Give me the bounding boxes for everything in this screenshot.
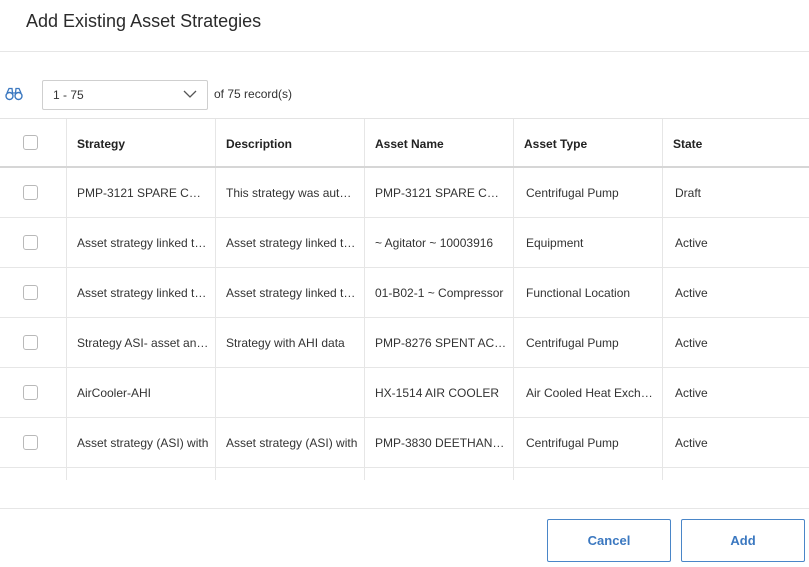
cell-state: Active: [675, 236, 708, 250]
table-row[interactable]: Asset strategy linked to equipmentAsset …: [0, 218, 809, 268]
column-header-asset-type[interactable]: Asset Type: [514, 119, 663, 166]
header-select-cell: [0, 119, 67, 166]
cell-asset-type: Functional Location: [514, 268, 663, 317]
add-button[interactable]: Add: [681, 519, 805, 562]
cell-strategy: Asset strategy linked to equipment: [67, 218, 216, 267]
binoculars-icon[interactable]: [5, 87, 23, 101]
row-checkbox[interactable]: [23, 285, 38, 300]
chevron-down-icon: [183, 90, 197, 98]
column-header-description[interactable]: Description: [216, 119, 365, 166]
table-row[interactable]: PMP-3121 SPARE COOLER This strategy was a…: [0, 168, 809, 218]
cell-state: Active: [675, 286, 708, 300]
row-checkbox[interactable]: [23, 435, 38, 450]
cancel-button[interactable]: Cancel: [547, 519, 671, 562]
cell-state: Active: [675, 336, 708, 350]
cell-strategy: Strategy ASI- asset and AHI: [67, 318, 216, 367]
cell-strategy: Asset strategy linked to functional loca…: [67, 268, 216, 317]
cell-strategy: AirCooler-AHI: [67, 368, 216, 417]
row-checkbox[interactable]: [23, 385, 38, 400]
page-range-value: 1 - 75: [53, 88, 84, 102]
table-row[interactable]: Asset strategy (ASI) with Asset strategy …: [0, 418, 809, 468]
table-row[interactable]: AirCooler-AHI HX-1514 AIR COOLER Air Coole…: [0, 368, 809, 418]
dialog-header: Add Existing Asset Strategies: [0, 0, 809, 52]
row-select-cell: [0, 368, 67, 417]
cell-strategy: Asset strategy (ASI) with: [67, 418, 216, 467]
cell-description: Strategy with AHI data: [216, 318, 365, 367]
cell-description: [216, 368, 365, 417]
row-select-cell: [0, 468, 67, 480]
row-checkbox[interactable]: [23, 235, 38, 250]
cell-description: Asset strategy (ASI) with: [216, 418, 365, 467]
strategies-grid: Strategy Description Asset Name Asset Ty…: [0, 118, 809, 480]
cell-asset-name: [365, 468, 514, 480]
dialog-title: Add Existing Asset Strategies: [26, 11, 262, 31]
grid-toolbar: 1 - 75 of 75 record(s): [0, 78, 809, 110]
cell-state: Active: [675, 386, 708, 400]
column-header-state[interactable]: State: [663, 119, 809, 166]
row-select-cell: [0, 318, 67, 367]
row-select-cell: [0, 168, 67, 217]
cell-description: Asset strategy linked to functional loca…: [216, 268, 365, 317]
cell-asset-name: PMP-3830 DEETHANIZER: [365, 418, 514, 467]
cell-asset-type: Air Cooled Heat Exchanger: [514, 368, 663, 417]
table-row[interactable]: [0, 468, 809, 480]
cell-strategy: [67, 468, 216, 480]
cell-asset-type: Centrifugal Pump: [514, 318, 663, 367]
cell-state: [663, 468, 809, 480]
cell-asset-type: [514, 468, 663, 480]
cell-state: Draft: [675, 186, 702, 200]
record-count: of 75 record(s): [214, 87, 293, 101]
cell-asset-type: Centrifugal Pump: [514, 168, 663, 217]
page-range-select[interactable]: 1 - 75: [42, 80, 208, 110]
table-row[interactable]: Strategy ASI- asset and AHI Strategy with…: [0, 318, 809, 368]
cell-description: This strategy was automatically created: [216, 168, 365, 217]
column-header-strategy[interactable]: Strategy: [67, 119, 216, 166]
cell-state: Active: [675, 436, 708, 450]
cell-asset-name: ~ Agitator ~ 10003916: [365, 218, 514, 267]
cell-strategy: PMP-3121 SPARE COOLER: [67, 168, 216, 217]
cell-description: [216, 468, 365, 480]
table-row[interactable]: Asset strategy linked to functional loca…: [0, 268, 809, 318]
cell-asset-name: PMP-3121 SPARE COOLER: [365, 168, 514, 217]
cell-asset-name: 01-B02-1 ~ Compressor: [365, 268, 514, 317]
row-select-cell: [0, 418, 67, 467]
cell-asset-type: Equipment: [514, 218, 663, 267]
row-checkbox[interactable]: [23, 185, 38, 200]
row-select-cell: [0, 218, 67, 267]
row-select-cell: [0, 268, 67, 317]
grid-header-row: Strategy Description Asset Name Asset Ty…: [0, 118, 809, 168]
cell-description: Asset strategy linked to equipment: [216, 218, 365, 267]
cell-asset-name: PMP-8276 SPENT ACID PUMP: [365, 318, 514, 367]
row-checkbox[interactable]: [23, 335, 38, 350]
column-header-asset-name[interactable]: Asset Name: [365, 119, 514, 166]
select-all-checkbox[interactable]: [23, 135, 38, 150]
cell-asset-type: Centrifugal Pump: [514, 418, 663, 467]
dialog-footer: Cancel Add: [0, 508, 809, 567]
cell-asset-name: HX-1514 AIR COOLER: [365, 368, 514, 417]
